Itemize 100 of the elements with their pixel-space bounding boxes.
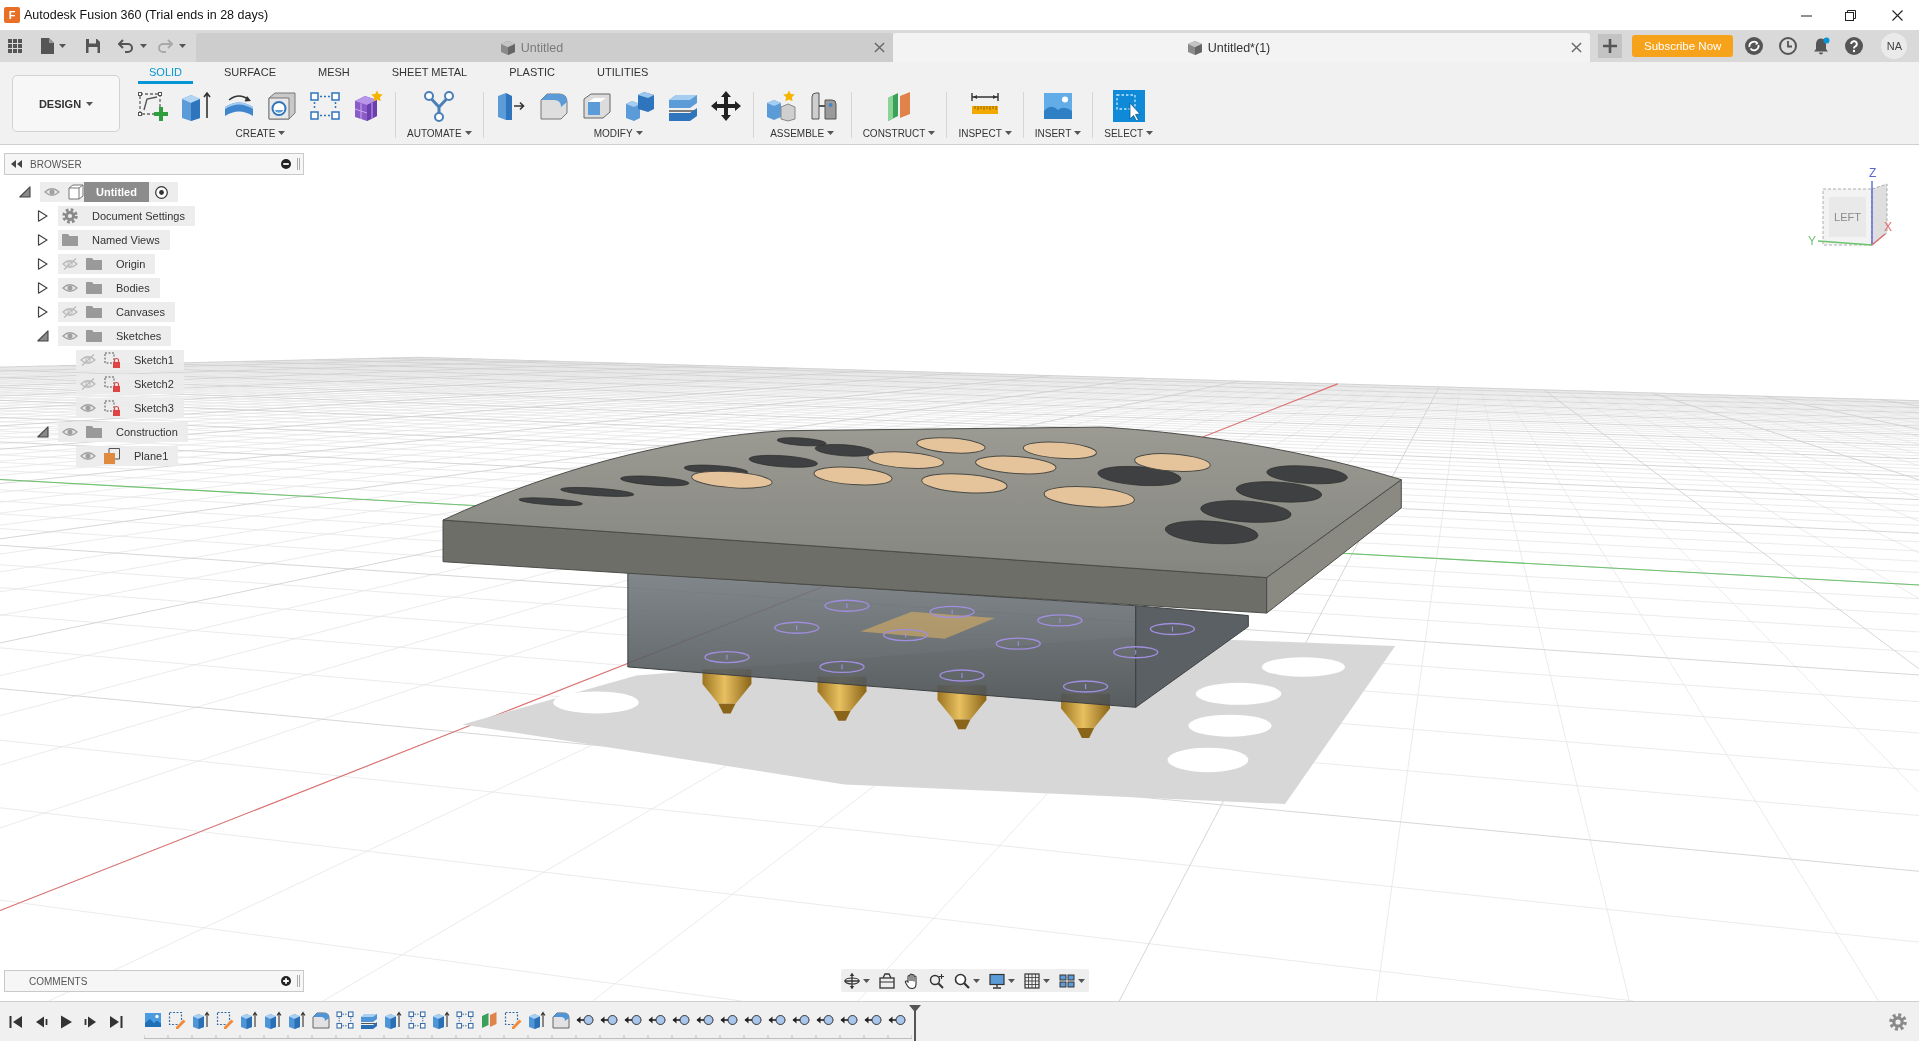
layered-plates-icon[interactable] — [360, 1011, 378, 1029]
square-pattern-icon[interactable] — [336, 1011, 354, 1029]
sketch-pencil-icon[interactable] — [216, 1011, 234, 1029]
undo-icon[interactable] — [118, 39, 133, 53]
sketch-pencil-icon[interactable] — [504, 1011, 522, 1029]
sketch-pencil-icon[interactable] — [168, 1011, 186, 1029]
cube-arrow-icon[interactable] — [528, 1011, 546, 1029]
document-tab[interactable]: Untitled*(1) — [893, 33, 1590, 62]
cube-arrow-icon[interactable] — [432, 1011, 450, 1029]
monitor-icon[interactable] — [989, 972, 1005, 989]
tree-item[interactable]: Bodies — [58, 278, 160, 298]
move-arrows-icon[interactable] — [709, 90, 742, 122]
expand-triangle-icon[interactable] — [37, 306, 49, 318]
caret-icon[interactable] — [179, 44, 186, 48]
zoom-window-icon[interactable] — [929, 972, 945, 989]
apps-grid-icon[interactable] — [8, 39, 22, 53]
workspace-dropdown[interactable]: DESIGN — [12, 75, 120, 132]
help-icon[interactable] — [1845, 37, 1864, 55]
save-icon[interactable] — [86, 39, 100, 53]
grip-icon[interactable] — [297, 158, 300, 170]
planes-icon[interactable] — [480, 1011, 498, 1029]
tree-item[interactable]: Sketch3 — [76, 398, 184, 418]
cubes-icon[interactable] — [623, 90, 656, 122]
caret-icon[interactable] — [140, 44, 147, 48]
clock-icon[interactable] — [1779, 37, 1798, 55]
tree-item[interactable]: Named Views — [58, 230, 170, 250]
cube-arrow-icon[interactable] — [180, 90, 212, 122]
new-tab-plus-icon[interactable] — [1598, 34, 1622, 58]
toolbar-group-menu[interactable]: SELECT — [1104, 126, 1154, 140]
magnifier-icon[interactable] — [954, 972, 970, 989]
toolbar-tab[interactable]: MESH — [307, 62, 361, 84]
toolbar-group-menu[interactable]: ASSEMBLE — [770, 126, 835, 140]
tree-item[interactable]: Sketch1 — [76, 350, 184, 370]
radio-dot-icon[interactable] — [154, 185, 168, 199]
toolbar-tab[interactable]: SURFACE — [213, 62, 287, 84]
restore-icon[interactable] — [1845, 9, 1856, 21]
play-icon[interactable] — [59, 1014, 73, 1029]
hollow-box-icon[interactable] — [580, 90, 613, 122]
tree-item[interactable]: Plane1 — [76, 446, 179, 466]
caret-icon[interactable] — [1043, 978, 1050, 983]
cube-arrow-icon[interactable] — [264, 1011, 282, 1029]
hand-icon[interactable] — [904, 972, 920, 989]
square-pattern-icon[interactable] — [408, 1011, 426, 1029]
collapse-triangle-icon[interactable] — [19, 186, 31, 198]
3d-model[interactable] — [442, 426, 1402, 804]
toolbar-group-menu[interactable]: AUTOMATE — [407, 126, 472, 140]
toolbar-tab[interactable]: PLASTIC — [498, 62, 566, 84]
toolbar-group-menu[interactable]: MODIFY — [593, 126, 643, 140]
toolbar-tab[interactable]: SHEET METAL — [380, 62, 479, 84]
skip-to-start-icon[interactable] — [9, 1014, 23, 1029]
sketch-plus-icon[interactable] — [137, 90, 169, 122]
collapse-triangle-icon[interactable] — [37, 426, 49, 438]
user-avatar[interactable]: NA — [1881, 33, 1908, 59]
skip-to-end-icon[interactable] — [109, 1014, 123, 1029]
hole-block-icon[interactable] — [266, 90, 298, 122]
collapse-triangle-icon[interactable] — [37, 330, 49, 342]
caret-icon[interactable] — [59, 44, 66, 48]
step-back-icon[interactable] — [34, 1014, 48, 1029]
grip-icon[interactable] — [297, 975, 300, 987]
caret-icon[interactable] — [1078, 978, 1085, 983]
expand-triangle-icon[interactable] — [37, 234, 49, 246]
bell-icon[interactable] — [1812, 37, 1831, 55]
expand-triangle-icon[interactable] — [37, 258, 49, 270]
double-arrow-icon[interactable] — [11, 160, 22, 168]
toolbar-group-menu[interactable]: CREATE — [235, 126, 286, 140]
toolbar-group-menu[interactable]: INSPECT — [958, 126, 1012, 140]
rounded-corner-icon[interactable] — [537, 90, 570, 122]
timeline-marker[interactable] — [909, 1005, 921, 1041]
toolbar-group-menu[interactable]: CONSTRUCT — [862, 126, 936, 140]
square-pattern-icon[interactable] — [456, 1011, 474, 1029]
plus-circle-icon[interactable] — [281, 976, 291, 986]
cube-arrow-icon[interactable] — [240, 1011, 258, 1029]
cube-star-icon[interactable] — [352, 90, 384, 122]
tree-item[interactable]: Document Settings — [58, 206, 195, 226]
gear-icon[interactable] — [1889, 1012, 1907, 1031]
cubes-star-icon[interactable] — [764, 90, 797, 122]
sync-circle-icon[interactable] — [1745, 37, 1764, 55]
rounded-corner-icon[interactable] — [312, 1011, 330, 1029]
tree-item[interactable]: Construction — [58, 422, 188, 442]
toolbar-tab[interactable]: UTILITIES — [586, 62, 660, 84]
picture-icon[interactable] — [1042, 90, 1074, 122]
orbit-icon[interactable] — [844, 972, 860, 989]
node-graph-icon[interactable] — [423, 90, 456, 122]
tree-item[interactable]: Origin — [58, 254, 156, 274]
rounded-corner-icon[interactable] — [552, 1011, 570, 1029]
expand-triangle-icon[interactable] — [37, 282, 49, 294]
selection-cursor-icon[interactable] — [1112, 90, 1145, 122]
expand-triangle-icon[interactable] — [37, 210, 49, 222]
tree-item[interactable]: Canvases — [58, 302, 175, 322]
step-forward-icon[interactable] — [84, 1014, 98, 1029]
close-icon[interactable] — [1892, 9, 1903, 21]
tree-item[interactable]: Sketches — [58, 326, 172, 346]
caret-icon[interactable] — [1008, 978, 1015, 983]
file-icon[interactable] — [41, 38, 54, 54]
tiles-icon[interactable] — [1059, 972, 1075, 989]
grid-icon[interactable] — [1024, 972, 1040, 989]
minus-circle-icon[interactable] — [281, 159, 291, 169]
square-pattern-icon[interactable] — [309, 90, 341, 122]
cube-arrow-icon[interactable] — [192, 1011, 210, 1029]
picture-icon[interactable] — [144, 1011, 162, 1029]
